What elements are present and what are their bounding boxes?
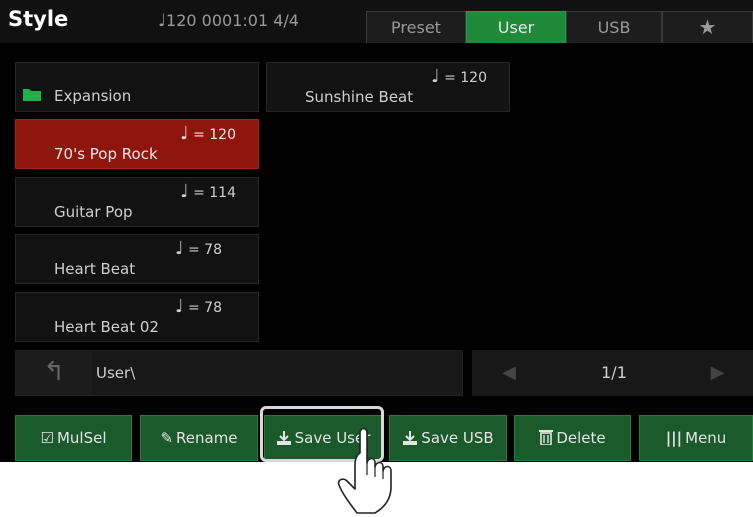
list-item-expansion[interactable]: Expansion: [15, 62, 259, 112]
item-tempo: ♩ = 120: [431, 66, 487, 87]
left-arrow-icon: ◀: [502, 362, 516, 383]
button-label: MulSel: [56, 429, 107, 447]
pointing-hand-icon: [337, 427, 392, 514]
item-name: Expansion: [54, 87, 132, 105]
style-screen: Style ♩120 0001:01 4/4 Preset User USB ★…: [0, 0, 753, 462]
note-icon: ♩: [180, 123, 189, 144]
trash-icon: [539, 430, 554, 445]
back-arrow-icon: ↰: [43, 357, 65, 387]
tempo-measure-signature: 120 0001:01 4/4: [166, 11, 299, 30]
list-item-70s-pop-rock[interactable]: ♩ = 120 70's Pop Rock: [15, 119, 259, 169]
delete-button[interactable]: Delete: [514, 415, 631, 461]
prev-page-button[interactable]: ◀: [472, 350, 546, 396]
tempo-status: ♩120 0001:01 4/4: [158, 11, 299, 31]
list-item-sunshine-beat[interactable]: ♩ = 120 Sunshine Beat: [266, 62, 510, 112]
item-tempo: ♩ = 78: [175, 238, 222, 259]
rename-button[interactable]: ✎ Rename: [140, 415, 258, 461]
mulsel-button[interactable]: ☑ MulSel: [15, 415, 132, 461]
note-icon: ♩: [431, 66, 440, 87]
note-icon: ♩: [180, 181, 189, 202]
list-item-heart-beat-02[interactable]: ♩ = 78 Heart Beat 02: [15, 292, 259, 342]
pencil-icon: ✎: [160, 429, 174, 447]
tab-preset[interactable]: Preset: [366, 11, 466, 43]
item-tempo: ♩ = 114: [180, 181, 236, 202]
list-item-guitar-pop[interactable]: ♩ = 114 Guitar Pop: [15, 177, 259, 227]
note-icon: ♩: [175, 296, 184, 317]
folder-icon: [23, 89, 41, 101]
page-title: Style: [8, 7, 69, 31]
back-button[interactable]: ↰: [16, 351, 92, 395]
pager: ◀ 1/1 ▶: [472, 350, 753, 396]
item-name: Sunshine Beat: [305, 88, 414, 106]
menu-button[interactable]: ||| Menu: [639, 415, 753, 461]
next-page-button[interactable]: ▶: [682, 350, 753, 396]
tab-favorites[interactable]: ★: [662, 11, 753, 43]
button-label: Delete: [556, 429, 606, 447]
tab-usb[interactable]: USB: [566, 11, 662, 43]
item-name: Heart Beat 02: [54, 318, 159, 336]
item-name: Guitar Pop: [54, 203, 133, 221]
page-indicator: 1/1: [601, 363, 627, 382]
list-item-heart-beat[interactable]: ♩ = 78 Heart Beat: [15, 234, 259, 284]
note-icon: ♩: [158, 11, 167, 31]
item-tempo: ♩ = 120: [180, 123, 236, 144]
multi-select-icon: ☑: [40, 429, 54, 447]
header-bar: Style ♩120 0001:01 4/4 Preset User USB ★: [0, 0, 753, 43]
button-label: Rename: [176, 429, 238, 447]
item-name: 70's Pop Rock: [54, 145, 158, 163]
star-icon: ★: [698, 15, 717, 39]
button-label: Menu: [685, 429, 727, 447]
current-path: User\: [96, 364, 136, 382]
tab-user[interactable]: User: [466, 11, 566, 43]
right-arrow-icon: ▶: [710, 362, 725, 383]
path-bar: ↰ User\: [15, 350, 463, 396]
item-tempo: ♩ = 78: [175, 296, 222, 317]
item-name: Heart Beat: [54, 260, 136, 278]
note-icon: ♩: [175, 238, 184, 259]
menu-bars-icon: |||: [665, 429, 683, 447]
